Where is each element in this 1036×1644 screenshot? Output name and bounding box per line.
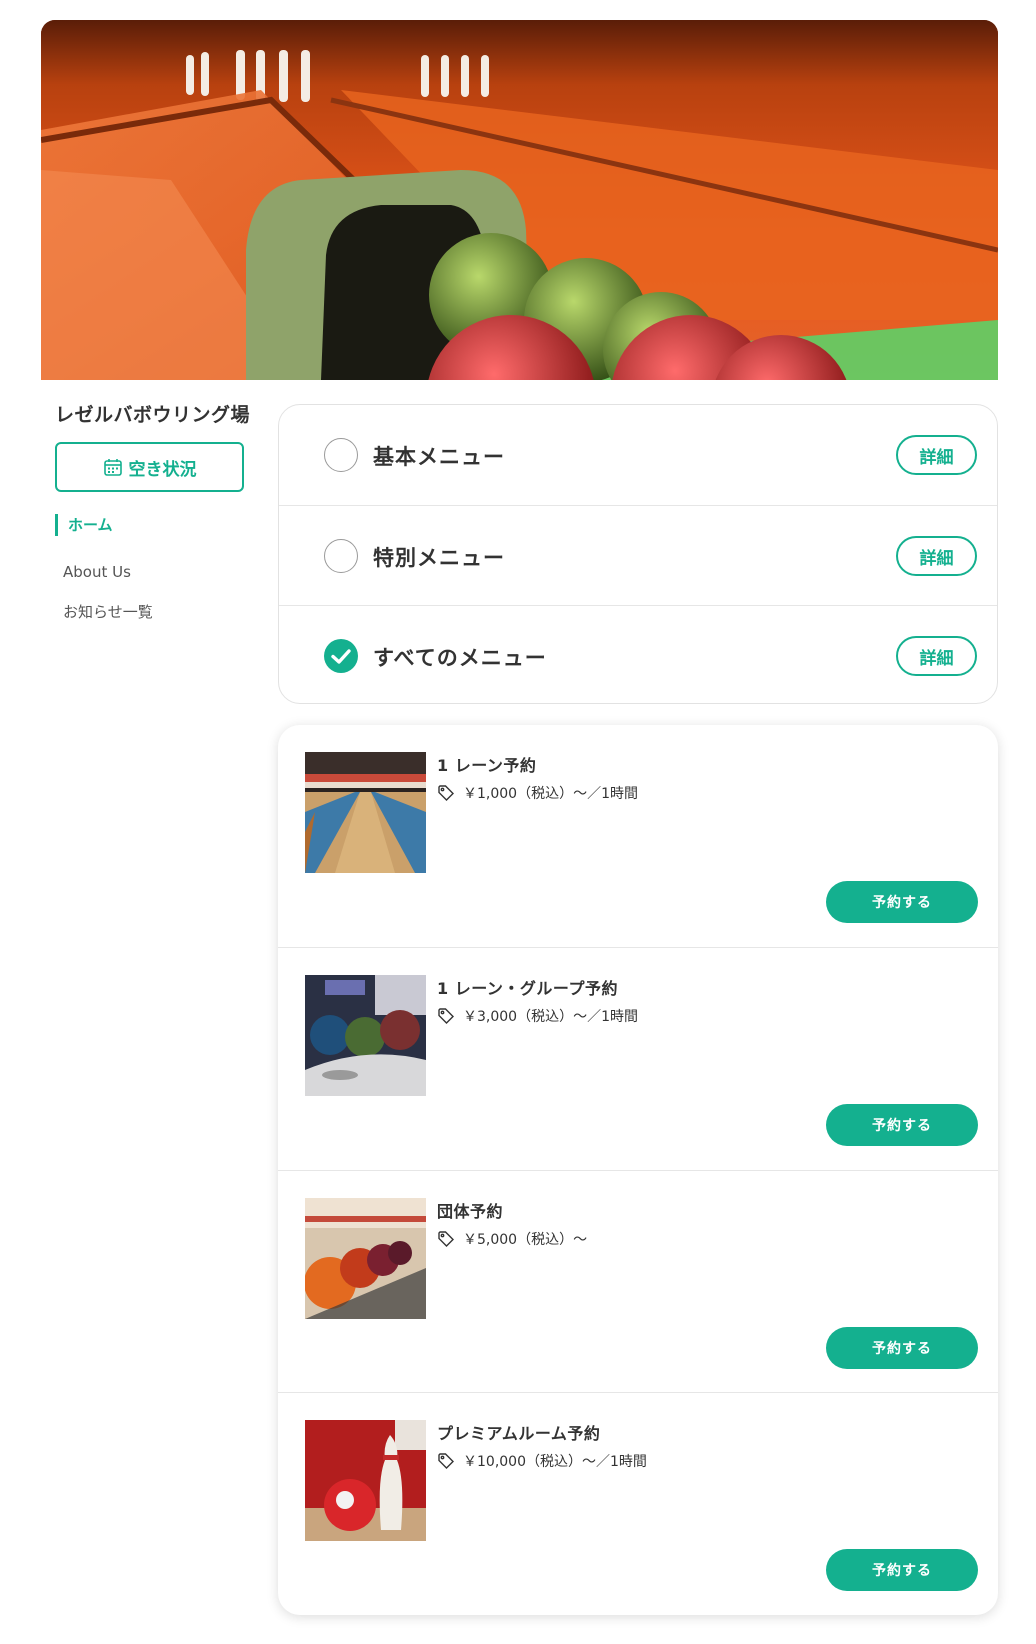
- radio-checked-icon[interactable]: [324, 639, 358, 673]
- plan-item: 1 レーン予約 ￥1,000（税込）〜／1時間 予約する: [278, 725, 998, 947]
- radio-unchecked-icon[interactable]: [324, 438, 358, 472]
- plan-list: 1 レーン予約 ￥1,000（税込）〜／1時間 予約する 1 レーン・グループ予…: [278, 725, 998, 1615]
- bowling-balls-rack-photo: [305, 1198, 426, 1319]
- plan-price: ￥10,000（税込）〜／1時間: [437, 1451, 647, 1471]
- nav-home[interactable]: ホーム: [55, 514, 113, 536]
- price-tag-icon: [438, 1008, 454, 1024]
- plan-title: 1 レーン・グループ予約: [437, 979, 618, 998]
- availability-label: 空き状況: [128, 459, 197, 480]
- reserve-button[interactable]: 予約する: [826, 1549, 978, 1591]
- detail-button[interactable]: 詳細: [896, 536, 977, 576]
- plan-item: 1 レーン・グループ予約 ￥3,000（税込）〜／1時間 予約する: [278, 947, 998, 1169]
- shop-name: レゼルバボウリング場: [55, 404, 251, 426]
- plan-price: ￥3,000（税込）〜／1時間: [437, 1006, 638, 1026]
- radio-unchecked-icon[interactable]: [324, 539, 358, 573]
- plan-title: プレミアムルーム予約: [437, 1424, 601, 1443]
- category-label: 特別メニュー: [373, 546, 505, 570]
- detail-button[interactable]: 詳細: [896, 636, 977, 676]
- bowling-lanes-photo: [305, 752, 426, 873]
- price-tag-icon: [438, 785, 454, 801]
- reserve-button[interactable]: 予約する: [826, 1104, 978, 1146]
- check-icon: [331, 649, 351, 664]
- category-special-menu[interactable]: 特別メニュー 詳細: [279, 505, 997, 605]
- bowling-balls-return-photo: [305, 975, 426, 1096]
- plan-title: 1 レーン予約: [437, 756, 537, 775]
- plan-price-text: ￥10,000（税込）〜／1時間: [463, 1454, 647, 1470]
- menu-category-list: 基本メニュー 詳細 特別メニュー 詳細 すべてのメニュー 詳細: [278, 404, 998, 704]
- calendar-icon: [103, 459, 122, 476]
- reserve-button[interactable]: 予約する: [826, 881, 978, 923]
- category-basic-menu[interactable]: 基本メニュー 詳細: [279, 405, 997, 505]
- plan-price-text: ￥5,000（税込）〜: [463, 1232, 588, 1248]
- reserve-button[interactable]: 予約する: [826, 1327, 978, 1369]
- plan-price-text: ￥3,000（税込）〜／1時間: [463, 1009, 638, 1025]
- plan-title: 団体予約: [437, 1202, 504, 1221]
- category-label: 基本メニュー: [373, 445, 505, 469]
- plan-price-text: ￥1,000（税込）〜／1時間: [463, 786, 638, 802]
- price-tag-icon: [438, 1453, 454, 1469]
- bowling-pin-ball-photo: [305, 1420, 426, 1541]
- category-all-menu[interactable]: すべてのメニュー 詳細: [279, 605, 997, 705]
- hero-image-bowling-lanes: [41, 20, 998, 380]
- plan-item: 団体予約 ￥5,000（税込）〜 予約する: [278, 1170, 998, 1392]
- nav-about-us[interactable]: About Us: [63, 563, 131, 581]
- nav-news-list[interactable]: お知らせ一覧: [63, 601, 153, 622]
- detail-button[interactable]: 詳細: [896, 435, 977, 475]
- plan-item: プレミアムルーム予約 ￥10,000（税込）〜／1時間 予約する: [278, 1392, 998, 1614]
- plan-price: ￥1,000（税込）〜／1時間: [437, 783, 638, 803]
- availability-button[interactable]: 空き状況: [55, 442, 244, 492]
- plan-price: ￥5,000（税込）〜: [437, 1229, 587, 1249]
- price-tag-icon: [438, 1231, 454, 1247]
- category-label: すべてのメニュー: [373, 646, 547, 670]
